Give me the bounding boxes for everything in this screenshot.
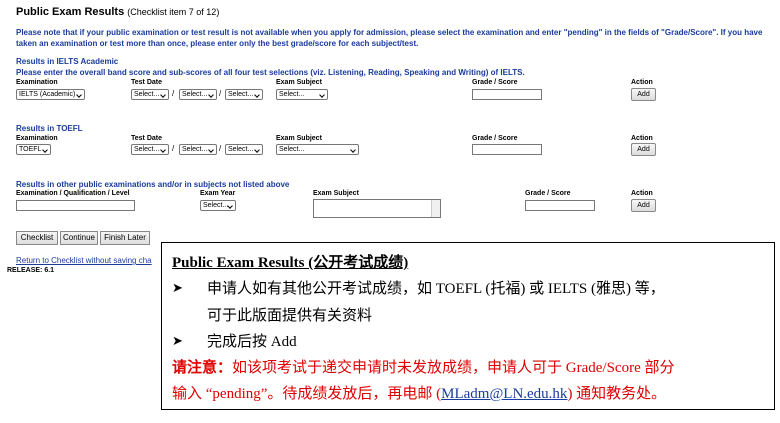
release-label: RELEASE: 6.1 xyxy=(7,267,55,274)
toefl-header-exam-subject: Exam Subject xyxy=(276,135,322,142)
ielts-header-examination: Examination xyxy=(16,79,58,86)
toefl-subject-select[interactable]: Select... xyxy=(276,144,359,155)
textarea-scrollbar[interactable] xyxy=(431,200,440,217)
other-examination-input[interactable] xyxy=(16,200,135,211)
toefl-exam-select[interactable]: TOEFL xyxy=(16,144,51,155)
toefl-header-action: Action xyxy=(631,135,653,142)
ielts-date-day-select[interactable]: Select... xyxy=(131,89,169,100)
other-heading: Results in other public examinations and… xyxy=(16,180,290,189)
popup-note-label: 请注意： xyxy=(172,360,233,376)
return-to-checklist-link[interactable]: Return to Checklist without saving cha xyxy=(16,256,152,265)
page-title: Public Exam Results (Checklist item 7 of… xyxy=(16,6,219,18)
popup-title: Public Exam Results (公开考试成绩) xyxy=(172,255,409,271)
toefl-date-month-select[interactable]: Select... xyxy=(179,144,217,155)
checklist-item-indicator: (Checklist item 7 of 12) xyxy=(127,7,220,17)
ielts-grade-input[interactable] xyxy=(472,89,542,100)
other-grade-input[interactable] xyxy=(525,200,595,211)
toefl-date-day-select[interactable]: Select... xyxy=(131,144,169,155)
popup-note-line2: 输入 “pending”。待成绩发放后，再电邮 (MLadm@LN.edu.hk… xyxy=(172,382,666,403)
ielts-header-test-date: Test Date xyxy=(131,79,162,86)
toefl-header-test-date: Test Date xyxy=(131,135,162,142)
annotation-popup: Public Exam Results (公开考试成绩) ➤ 申请人如有其他公开… xyxy=(161,242,775,410)
other-header-exam-year: Exam Year xyxy=(200,190,236,197)
bullet-arrow-icon: ➤ xyxy=(172,333,183,348)
popup-bullet1-line2: 可于此版面提供有关资料 xyxy=(207,308,373,324)
ielts-heading: Results in IELTS Academic xyxy=(16,57,119,66)
ielts-instruction: Please enter the overall band score and … xyxy=(16,68,525,77)
other-header-grade: Grade / Score xyxy=(525,190,571,197)
continue-button[interactable]: Continue xyxy=(60,231,98,245)
other-subject-textarea[interactable] xyxy=(313,199,441,218)
other-header-exam-subject: Exam Subject xyxy=(313,190,359,197)
bullet-arrow-icon: ➤ xyxy=(172,280,183,295)
ielts-header-exam-subject: Exam Subject xyxy=(276,79,322,86)
popup-email-link[interactable]: MLadm@LN.edu.hk xyxy=(441,386,567,402)
ielts-date-year-select[interactable]: Select... xyxy=(225,89,263,100)
popup-bullet1-line1: 申请人如有其他公开考试成绩，如 TOEFL (托福) 或 IELTS (雅思) … xyxy=(207,281,665,297)
date-separator: / xyxy=(219,89,222,98)
popup-note-text: 如该项考试于递交申请时未发放成绩，申请人可于 Grade/Score 部分 xyxy=(232,360,675,376)
instruction-note: Please note that if your public examinat… xyxy=(16,28,763,48)
other-add-button[interactable]: Add xyxy=(631,199,656,212)
ielts-exam-select[interactable]: IELTS (Academic) xyxy=(16,89,85,100)
date-separator: / xyxy=(219,144,222,153)
other-header-examination: Examination / Qualification / Level xyxy=(16,190,130,197)
ielts-header-grade: Grade / Score xyxy=(472,79,518,86)
finish-later-button[interactable]: Finish Later xyxy=(100,231,150,245)
ielts-subject-select[interactable]: Select... xyxy=(276,89,328,100)
popup-bullet2: 完成后按 Add xyxy=(207,334,297,350)
ielts-add-button[interactable]: Add xyxy=(631,88,656,101)
other-year-select[interactable]: Select... xyxy=(200,200,236,211)
page-title-text: Public Exam Results xyxy=(16,6,125,18)
toefl-header-grade: Grade / Score xyxy=(472,135,518,142)
toefl-date-year-select[interactable]: Select... xyxy=(225,144,263,155)
toefl-add-button[interactable]: Add xyxy=(631,143,656,156)
other-header-action: Action xyxy=(631,190,653,197)
date-separator: / xyxy=(172,89,175,98)
toefl-heading: Results in TOEFL xyxy=(16,124,83,133)
toefl-grade-input[interactable] xyxy=(472,144,542,155)
ielts-header-action: Action xyxy=(631,79,653,86)
checklist-button[interactable]: Checklist xyxy=(16,231,58,245)
toefl-header-examination: Examination xyxy=(16,135,58,142)
ielts-date-month-select[interactable]: Select... xyxy=(179,89,217,100)
popup-note-line1: 请注意：如该项考试于递交申请时未发放成绩，申请人可于 Grade/Score 部… xyxy=(172,356,674,377)
popup-note-line2b: ) 通知教务处。 xyxy=(567,386,667,402)
date-separator: / xyxy=(172,144,175,153)
popup-note-line2a: 输入 “pending”。待成绩发放后，再电邮 ( xyxy=(172,386,442,402)
